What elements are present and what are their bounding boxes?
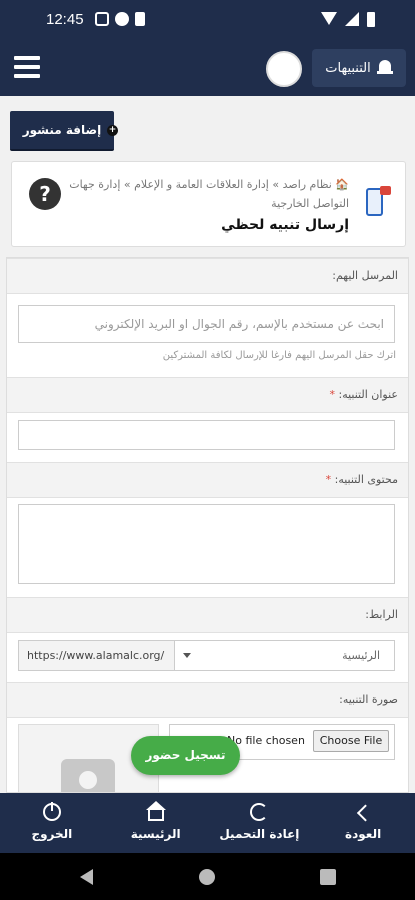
system-nav-bar [0,853,415,900]
content-header: محتوى التنبيه: * [7,462,408,498]
add-post-label: إضافة منشور [22,123,102,137]
required-mark: * [325,473,332,486]
send-notification-form: المرسل اليهم: ابحث عن مستخدم بالإسم، رقم… [6,257,409,793]
hamburger-menu-icon[interactable] [14,56,40,80]
logout-label: الخروج [31,827,73,841]
reload-icon [250,803,269,821]
status-time: 12:45 [46,11,84,28]
app-header: التنبيهات [0,40,415,96]
link-page-select[interactable]: الرئيسية [175,641,394,670]
recipients-hint: اترك حقل المرسل اليهم فارغا للإرسال لكاف… [162,350,396,361]
camera-icon [61,759,115,792]
reload-label: إعادة التحميل [219,827,300,841]
home-icon [145,801,166,821]
link-label: الرابط: [365,608,398,621]
link-page-selected: الرئيسية [342,649,380,662]
breadcrumb[interactable]: 🏠 نظام راصد » إدارة العلاقات العامة و ال… [64,175,349,213]
chevron-left-icon [357,804,375,822]
choose-file-button[interactable]: Choose File [313,730,389,752]
image-header: صورة التنبيه: [7,682,408,718]
content-label: محتوى التنبيه: [334,473,398,486]
media-notification-icon [115,12,129,26]
status-bar: 12:45 [0,0,415,40]
recipients-label: المرسل اليهم: [332,269,398,282]
status-system-icons [321,12,375,27]
image-label: صورة التنبيه: [339,693,398,706]
required-mark: * [329,388,336,401]
add-post-button[interactable]: إضافة منشور + [10,111,118,151]
link-header: الرابط: [7,597,408,633]
sim-card-icon [135,12,145,26]
logout-button[interactable]: الخروج [0,793,104,853]
check-in-button[interactable]: تسجيل حضور [131,736,240,775]
no-file-chosen-text: No file chosen [227,734,305,747]
content-textarea[interactable] [18,504,395,584]
recipients-search-input[interactable]: ابحث عن مستخدم بالإسم، رقم الجوال او الب… [18,305,395,343]
chevron-down-icon [183,653,191,658]
notifications-label: التنبيهات [325,60,371,76]
recipients-header: المرسل اليهم: [7,258,408,294]
back-button[interactable]: العودة [311,793,415,853]
bottom-nav: الخروج الرئيسية إعادة التحميل العودة [0,793,415,853]
power-icon [42,802,61,821]
home-button[interactable]: الرئيسية [104,793,208,853]
mobile-notification-icon [366,186,391,216]
battery-icon [367,12,375,27]
plus-icon: + [107,125,118,136]
reload-button[interactable]: إعادة التحميل [208,793,312,853]
help-icon[interactable]: ? [29,178,61,210]
bell-icon [376,60,393,76]
app-notification-icon [95,12,109,26]
home-label: الرئيسية [130,827,181,841]
status-notification-icons [95,12,145,26]
back-label: العودة [345,827,382,841]
title-input[interactable] [18,420,395,450]
title-label: عنوان التنبيه: [338,388,399,401]
system-back-icon[interactable] [80,869,93,885]
breadcrumb-card: ? 🏠 نظام راصد » إدارة العلاقات العامة و … [11,161,406,247]
cell-signal-icon [345,12,359,26]
title-header: عنوان التنبيه: * [7,377,408,413]
system-home-icon[interactable] [199,869,215,885]
page-title: إرسال تنبيه لحظي [221,217,349,233]
avatar[interactable] [266,51,302,87]
system-recents-icon[interactable] [320,869,336,885]
link-field: https://www.alamalc.org/ الرئيسية [18,640,395,671]
link-url-prefix: https://www.alamalc.org/ [19,641,175,670]
wifi-icon [321,12,337,25]
notifications-button[interactable]: التنبيهات [312,49,406,87]
recipients-placeholder: ابحث عن مستخدم بالإسم، رقم الجوال او الب… [94,317,384,331]
